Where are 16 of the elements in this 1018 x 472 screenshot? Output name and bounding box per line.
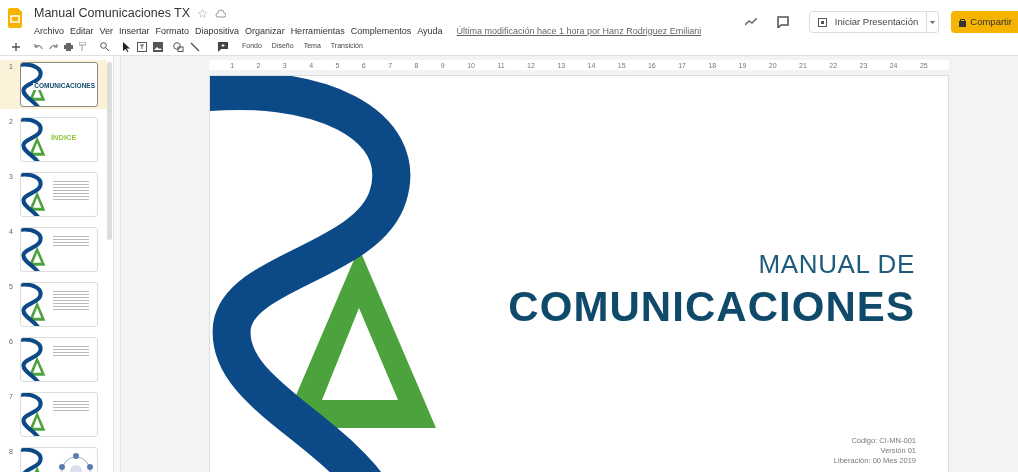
share-button[interactable]: Compartir (951, 11, 1018, 33)
menu-item[interactable]: Organizar (245, 24, 285, 38)
menu-item[interactable]: Herramientas (290, 24, 345, 38)
present-button[interactable]: Iniciar Presentación (808, 11, 928, 33)
menu-item[interactable]: Insertar (119, 24, 150, 38)
menu-item[interactable]: Archivo (34, 24, 64, 38)
menu-item[interactable]: Formato (155, 24, 190, 38)
last-edit-link[interactable]: Última modificación hace 1 hora por Hanz Rodriguez Emiliani (456, 24, 702, 38)
slide-title-line: MANUAL DE (758, 248, 915, 281)
menu-item[interactable]: Ver (99, 24, 114, 38)
menu-item[interactable]: Editar (70, 24, 94, 38)
document-title[interactable]: Manual Comunicaciones TX (34, 4, 191, 23)
menu-item[interactable]: Diapositiva (195, 24, 240, 38)
menu-item[interactable]: Complementos (350, 24, 412, 38)
slide-title-heading: COMUNICACIONES (508, 281, 915, 332)
menu-item[interactable]: Ayuda (417, 24, 443, 38)
